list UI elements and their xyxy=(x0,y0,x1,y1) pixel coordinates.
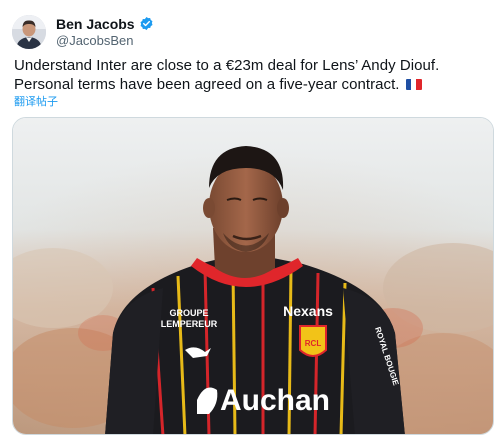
jersey-sponsor-left-line1: GROUPE xyxy=(169,308,208,318)
jersey-sponsor-right: Nexans xyxy=(283,303,333,319)
display-name[interactable]: Ben Jacobs xyxy=(56,16,135,32)
tweet-media[interactable]: GROUPE LEMPEREUR Nexans RCL Auchan ROYAL… xyxy=(12,117,494,435)
player-photo: GROUPE LEMPEREUR Nexans RCL Auchan ROYAL… xyxy=(13,118,493,434)
jersey-main-sponsor: Auchan xyxy=(220,384,330,417)
tweet-text: Understand Inter are close to a €23m dea… xyxy=(14,57,440,93)
verified-badge-icon xyxy=(139,16,154,31)
jersey-sponsor-left-line2: LEMPEREUR xyxy=(161,319,218,329)
translate-link[interactable]: 翻译帖子 xyxy=(14,95,58,109)
france-flag-icon xyxy=(405,79,422,90)
avatar[interactable] xyxy=(12,15,46,49)
author-handle[interactable]: @JacobsBen xyxy=(56,33,154,49)
tweet-body: Understand Inter are close to a €23m dea… xyxy=(14,56,492,94)
author-names: Ben Jacobs @JacobsBen xyxy=(56,16,154,49)
crest-label: RCL xyxy=(305,339,322,348)
tweet-header: Ben Jacobs @JacobsBen xyxy=(12,14,154,50)
